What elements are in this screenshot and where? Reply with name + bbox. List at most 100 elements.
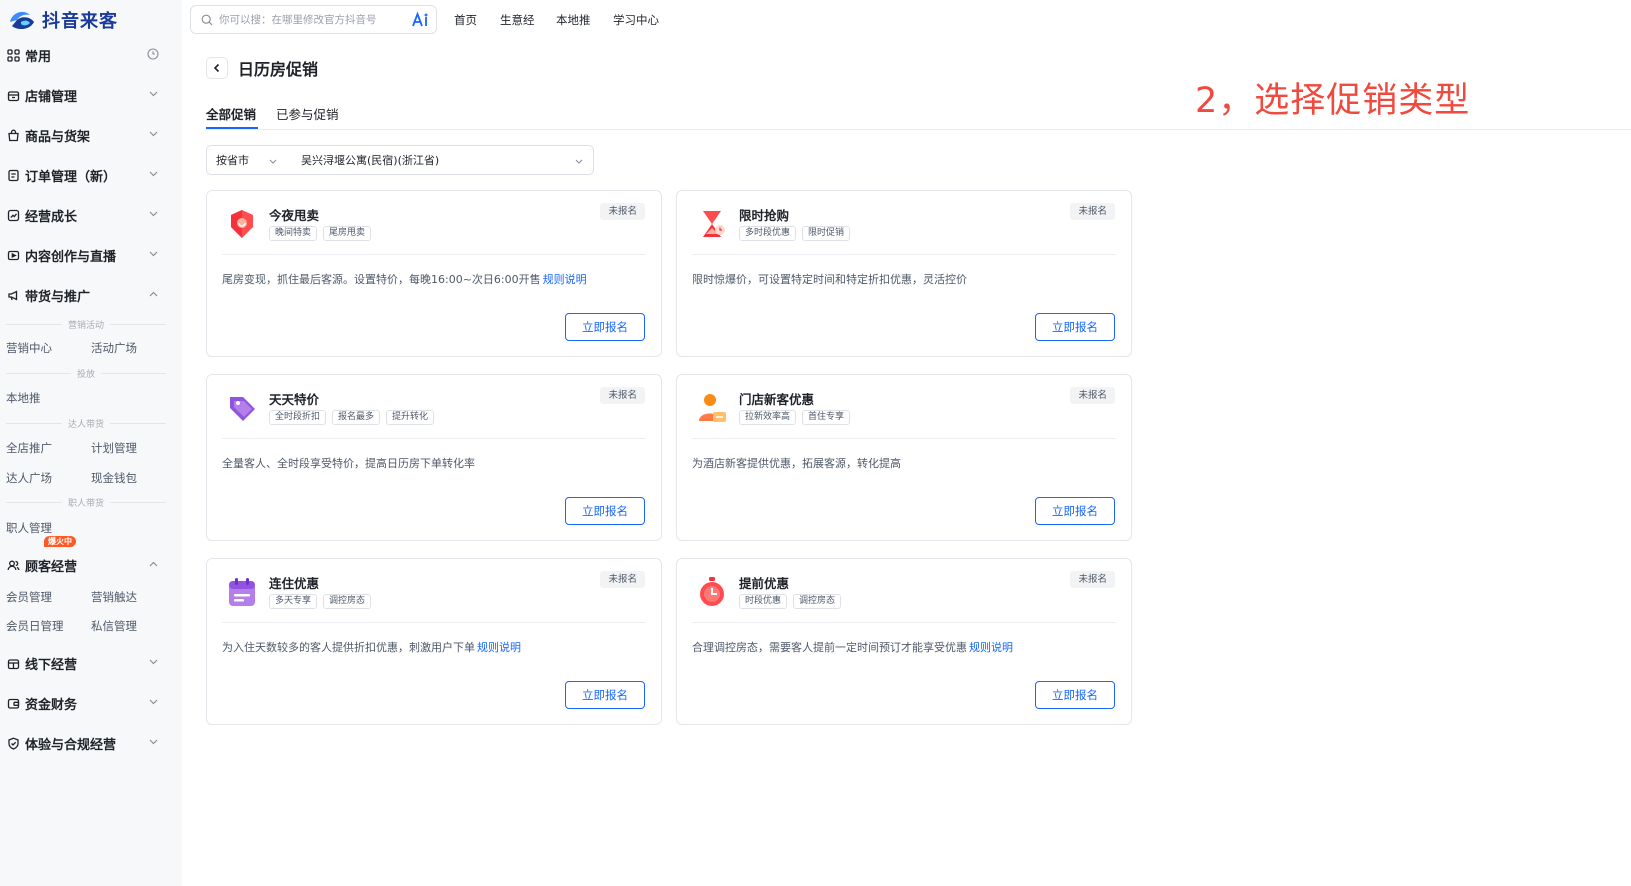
card-description: 为酒店新客提供优惠，拓展客源，转化提高 — [692, 457, 901, 470]
status-badge: 未报名 — [600, 203, 645, 220]
clock-settings-icon[interactable] — [146, 47, 160, 61]
chevron-down-icon[interactable] — [146, 167, 160, 181]
chevron-up-icon[interactable] — [146, 557, 160, 571]
signup-button[interactable]: 立即报名 — [565, 497, 645, 525]
sidebar-group-finance[interactable]: 资金财务 — [0, 691, 182, 715]
rules-link[interactable]: 规则说明 — [969, 641, 1013, 654]
card-title: 门店新客优惠 — [739, 392, 815, 407]
megaphone-icon — [6, 288, 20, 302]
sidebar-item-plan-manage[interactable]: 计划管理 — [91, 440, 137, 456]
signup-button[interactable]: 立即报名 — [565, 681, 645, 709]
sidebar: 抖音来客 常用 店铺管理 商品与货架 订单管理（新） 经营成长 内容创作与直播 … — [0, 0, 182, 886]
hot-badge: 爆火中 — [44, 536, 76, 547]
chevron-down-icon[interactable] — [146, 127, 160, 141]
global-search[interactable] — [190, 5, 437, 34]
order-icon — [6, 168, 20, 182]
sidebar-group-compliance[interactable]: 体验与合规经营 — [0, 731, 182, 755]
sidebar-group-offline[interactable]: 线下经营 — [0, 651, 182, 675]
sidebar-item-kol-square[interactable]: 达人广场 — [6, 470, 52, 486]
card-divider — [222, 438, 646, 439]
card-tag: 全时段折扣 — [269, 410, 327, 425]
card-tags: 时段优惠 调控房态 — [739, 594, 842, 609]
top-bar: 首页 生意经 本地推 学习中心 — [182, 0, 1631, 40]
offline-store-icon — [6, 656, 20, 670]
sidebar-item-staff-manage[interactable]: 职人管理 — [6, 520, 52, 536]
back-button[interactable] — [206, 57, 228, 79]
tab-joined-promos[interactable]: 已参与促销 — [276, 104, 339, 123]
card-tag: 拉新效率高 — [739, 410, 797, 425]
card-description: 为入住天数较多的客人提供折扣优惠，刺激用户下单 规则说明 — [222, 641, 521, 654]
signup-button[interactable]: 立即报名 — [1035, 313, 1115, 341]
flame-tag-icon — [227, 207, 257, 241]
sidebar-item-store-promo[interactable]: 全店推广 — [6, 440, 52, 456]
topnav-business-guide[interactable]: 生意经 — [500, 12, 535, 28]
status-badge: 未报名 — [600, 571, 645, 588]
hotel-select[interactable]: 吴兴浔堰公寓(民宿)(浙江省) — [293, 146, 593, 174]
promo-card-consecutive-stay: 连住优惠 多天专享 调控房态 未报名 为入住天数较多的客人提供折扣优惠，刺激用户… — [206, 558, 662, 725]
sidebar-group-orders[interactable]: 订单管理（新） — [0, 163, 182, 187]
chevron-down-icon[interactable] — [146, 695, 160, 709]
rules-link[interactable]: 规则说明 — [543, 273, 587, 286]
topnav-learning-center[interactable]: 学习中心 — [613, 12, 659, 28]
sidebar-group-goods[interactable]: 商品与货架 — [0, 123, 182, 147]
search-input[interactable] — [219, 10, 399, 29]
users-icon — [6, 558, 20, 572]
card-title: 今夜甩卖 — [269, 208, 320, 223]
sidebar-item-activity-square[interactable]: 活动广场 — [91, 340, 137, 356]
scope-select[interactable]: 按省市 — [207, 146, 285, 174]
topnav-local-push[interactable]: 本地推 — [556, 12, 591, 28]
card-tags: 多天专享 调控房态 — [269, 594, 372, 609]
sidebar-group-growth[interactable]: 经营成长 — [0, 203, 182, 227]
promo-card-new-customer: 门店新客优惠 拉新效率高 首住专享 未报名 为酒店新客提供优惠，拓展客源，转化提… — [676, 374, 1132, 541]
card-tag: 调控房态 — [793, 594, 842, 609]
page-title: 日历房促销 — [238, 60, 319, 79]
chevron-down-icon — [269, 155, 277, 168]
chevron-down-icon[interactable] — [146, 655, 160, 669]
sidebar-item-cash-wallet[interactable]: 现金钱包 — [91, 470, 137, 486]
sidebar-item-member-manage[interactable]: 会员管理 — [6, 589, 52, 605]
sidebar-group-content-live[interactable]: 内容创作与直播 — [0, 243, 182, 267]
sidebar-item-local-push[interactable]: 本地推 — [6, 390, 41, 406]
step-annotation: 2，选择促销类型 — [1195, 81, 1471, 121]
grid-icon — [6, 48, 20, 62]
card-tag: 多时段优惠 — [739, 226, 797, 241]
sidebar-item-marketing-reach[interactable]: 营销触达 — [91, 589, 137, 605]
chevron-up-icon[interactable] — [146, 287, 160, 301]
card-tag: 时段优惠 — [739, 594, 788, 609]
brand-logo-icon — [8, 8, 36, 32]
tab-all-promos[interactable]: 全部促销 — [206, 104, 256, 123]
tabs-divider — [206, 129, 1631, 130]
chevron-down-icon[interactable] — [146, 87, 160, 101]
chevron-down-icon[interactable] — [146, 247, 160, 261]
topnav-home[interactable]: 首页 — [454, 12, 477, 28]
price-tag-icon — [227, 391, 257, 425]
card-tag: 多天专享 — [269, 594, 318, 609]
section-label-marketing: 营销活动 — [6, 317, 167, 331]
section-label-ads: 投放 — [6, 366, 167, 380]
card-divider — [222, 254, 646, 255]
ai-assistant-icon[interactable] — [411, 11, 431, 28]
card-tag: 首住专享 — [802, 410, 851, 425]
signup-button[interactable]: 立即报名 — [1035, 497, 1115, 525]
signup-button[interactable]: 立即报名 — [565, 313, 645, 341]
sidebar-item-marketing-center[interactable]: 营销中心 — [6, 340, 52, 356]
store-icon — [6, 88, 20, 102]
rules-link[interactable]: 规则说明 — [477, 641, 521, 654]
status-badge: 未报名 — [1070, 387, 1115, 404]
chevron-down-icon[interactable] — [146, 735, 160, 749]
sidebar-group-store[interactable]: 店铺管理 — [0, 83, 182, 107]
hotel-filter: 按省市 吴兴浔堰公寓(民宿)(浙江省) — [206, 145, 594, 175]
sidebar-item-dm-manage[interactable]: 私信管理 — [91, 618, 137, 634]
bag-icon — [6, 128, 20, 142]
sidebar-group-common[interactable]: 常用 — [0, 43, 182, 67]
signup-button[interactable]: 立即报名 — [1035, 681, 1115, 709]
sidebar-group-customers[interactable]: 顾客经营 — [0, 553, 182, 577]
brand-logo[interactable]: 抖音来客 — [8, 6, 118, 34]
card-tag: 晚间特卖 — [269, 226, 318, 241]
card-divider — [692, 254, 1116, 255]
brand-name: 抖音来客 — [42, 11, 118, 32]
chevron-down-icon[interactable] — [146, 207, 160, 221]
sidebar-item-member-day[interactable]: 会员日管理 — [6, 618, 64, 634]
sidebar-group-promotion[interactable]: 带货与推广 — [0, 283, 182, 307]
promo-card-tonight-sale: 今夜甩卖 晚间特卖 尾房甩卖 未报名 尾房变现，抓住最后客源。设置特价，每晚16… — [206, 190, 662, 357]
